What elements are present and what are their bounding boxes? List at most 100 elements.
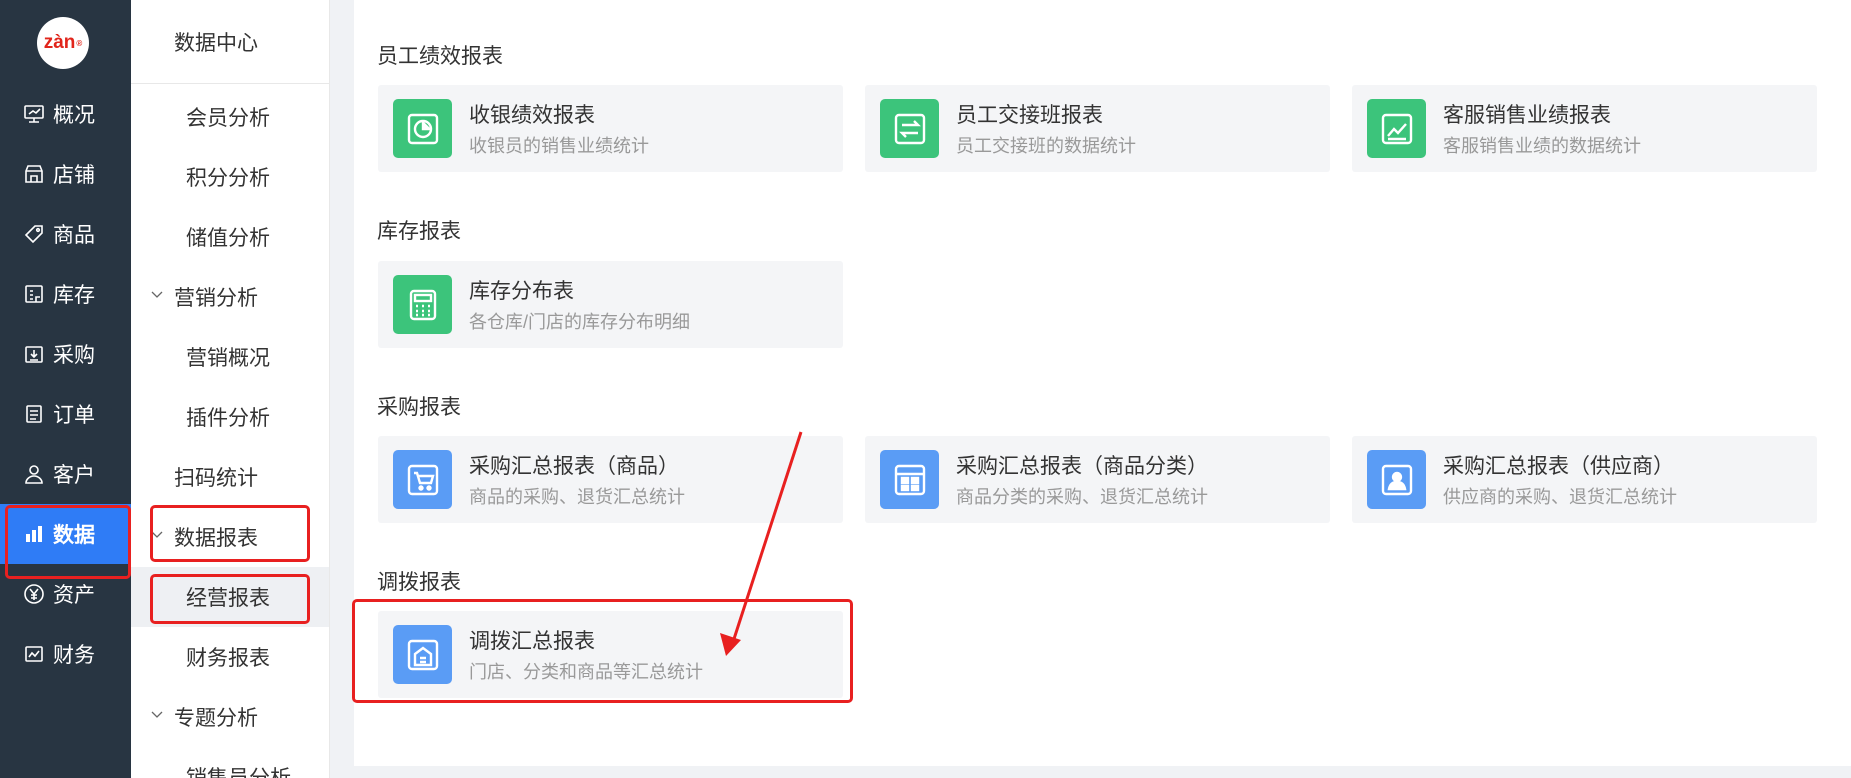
- submenu-item-scan-stats[interactable]: 扫码统计: [131, 447, 329, 507]
- nav-item-data[interactable]: 数据: [0, 504, 131, 564]
- report-content: 员工绩效报表 收银绩效报表 收银员的销售业绩统计 员工交接班报表 员工交接班的数…: [354, 0, 1851, 766]
- report-card-cashier-performance[interactable]: 收银绩效报表 收银员的销售业绩统计: [378, 85, 843, 172]
- finance-icon: [21, 641, 47, 667]
- primary-sidebar: zàn ® 概况 店铺 商品 库存 采购 订单 客户 数据 资产 财务: [0, 0, 131, 778]
- report-card-desc: 商品的采购、退货汇总统计: [469, 487, 685, 507]
- logo-text: zàn: [43, 32, 76, 53]
- nav-label: 订单: [53, 404, 95, 427]
- trend-chart-icon: [1367, 99, 1426, 158]
- submenu-item-marketing-overview[interactable]: 营销概况: [131, 327, 329, 387]
- grid-layout-icon: [880, 450, 939, 509]
- warehouse-icon: [21, 281, 47, 307]
- submenu-item-plugin-analysis[interactable]: 插件分析: [131, 387, 329, 447]
- section-title-transfer: 调拨报表: [377, 571, 461, 594]
- purchase-icon: [21, 341, 47, 367]
- report-card-shift-handover[interactable]: 员工交接班报表 员工交接班的数据统计: [865, 85, 1330, 172]
- report-card-desc: 员工交接班的数据统计: [956, 136, 1136, 156]
- submenu-label: 积分分析: [186, 167, 270, 190]
- order-icon: [21, 401, 47, 427]
- nav-label: 数据: [53, 524, 95, 547]
- nav-item-inventory[interactable]: 库存: [0, 264, 131, 324]
- chevron-down-icon: [151, 291, 163, 298]
- nav-label: 客户: [53, 464, 95, 487]
- submenu-label: 插件分析: [186, 407, 270, 430]
- nav-label: 资产: [53, 584, 95, 607]
- report-card-inventory-distribution[interactable]: 库存分布表 各仓库/门店的库存分布明细: [378, 261, 843, 348]
- submenu-label: 储值分析: [186, 227, 270, 250]
- report-card-desc: 门店、分类和商品等汇总统计: [469, 662, 703, 682]
- report-card-purchase-by-category[interactable]: 采购汇总报表（商品分类） 商品分类的采购、退货汇总统计: [865, 436, 1330, 523]
- yen-icon: [21, 581, 47, 607]
- submenu-label: 销售员分析: [186, 762, 291, 778]
- report-card-desc: 收银员的销售业绩统计: [469, 136, 649, 156]
- nav-item-store[interactable]: 店铺: [0, 144, 131, 204]
- nav-label: 采购: [53, 344, 95, 367]
- nav-item-orders[interactable]: 订单: [0, 384, 131, 444]
- submenu-group-data-reports[interactable]: 数据报表: [131, 507, 329, 567]
- submenu-item-operating-reports[interactable]: 经营报表: [131, 567, 329, 627]
- report-card-desc: 客服销售业绩的数据统计: [1443, 136, 1641, 156]
- transfer-house-icon: [393, 625, 452, 684]
- store-icon: [21, 161, 47, 187]
- report-card-transfer-summary[interactable]: 调拨汇总报表 门店、分类和商品等汇总统计: [378, 611, 843, 698]
- report-card-name: 采购汇总报表（供应商）: [1443, 455, 1674, 478]
- pie-chart-icon: [393, 99, 452, 158]
- submenu-label: 财务报表: [186, 647, 270, 670]
- nav-item-assets[interactable]: 资产: [0, 564, 131, 624]
- secondary-sidebar: 数据中心 会员分析 积分分析 储值分析 营销分析 营销概况 插件分析 扫码统计 …: [131, 0, 330, 778]
- submenu-label: 专题分析: [174, 707, 258, 730]
- report-card-name: 采购汇总报表（商品）: [469, 455, 679, 478]
- submenu-item-member-analysis[interactable]: 会员分析: [131, 87, 329, 147]
- submenu-label: 会员分析: [186, 107, 270, 130]
- brand-logo[interactable]: zàn ®: [37, 17, 89, 69]
- app-root: zàn ® 概况 店铺 商品 库存 采购 订单 客户 数据 资产 财务 数据中心…: [0, 0, 1851, 778]
- nav-label: 店铺: [53, 164, 95, 187]
- submenu-item-finance-reports[interactable]: 财务报表: [131, 627, 329, 687]
- submenu-item-stored-value-analysis[interactable]: 储值分析: [131, 207, 329, 267]
- report-card-cs-sales[interactable]: 客服销售业绩报表 客服销售业绩的数据统计: [1352, 85, 1817, 172]
- report-card-name: 员工交接班报表: [956, 104, 1103, 127]
- submenu-label: 营销概况: [186, 347, 270, 370]
- overview-icon: [21, 101, 47, 127]
- report-card-purchase-by-supplier[interactable]: 采购汇总报表（供应商） 供应商的采购、退货汇总统计: [1352, 436, 1817, 523]
- cart-icon: [393, 450, 452, 509]
- nav-item-goods[interactable]: 商品: [0, 204, 131, 264]
- nav-item-purchase[interactable]: 采购: [0, 324, 131, 384]
- nav-label: 财务: [53, 644, 95, 667]
- section-title-purchase: 采购报表: [377, 396, 461, 419]
- nav-item-overview[interactable]: 概况: [0, 84, 131, 144]
- submenu-label: 数据报表: [174, 527, 258, 550]
- nav-item-customers[interactable]: 客户: [0, 444, 131, 504]
- chevron-down-icon: [151, 711, 163, 718]
- submenu-title: 数据中心: [131, 0, 329, 84]
- submenu-label: 经营报表: [186, 587, 270, 610]
- report-card-desc: 商品分类的采购、退货汇总统计: [956, 487, 1208, 507]
- report-card-name: 客服销售业绩报表: [1443, 104, 1611, 127]
- nav-label: 商品: [53, 224, 95, 247]
- supplier-icon: [1367, 450, 1426, 509]
- submenu-group-topic-analysis[interactable]: 专题分析: [131, 687, 329, 747]
- chevron-down-icon: [151, 531, 163, 538]
- report-card-name: 采购汇总报表（商品分类）: [956, 455, 1208, 478]
- nav-label: 概况: [53, 104, 95, 127]
- customer-icon: [21, 461, 47, 487]
- report-card-name: 库存分布表: [469, 280, 574, 303]
- submenu-label: 营销分析: [174, 287, 258, 310]
- nav-label: 库存: [53, 284, 95, 307]
- section-title-staff-performance: 员工绩效报表: [377, 45, 503, 68]
- report-card-name: 收银绩效报表: [469, 104, 595, 127]
- tag-icon: [21, 221, 47, 247]
- submenu-item-points-analysis[interactable]: 积分分析: [131, 147, 329, 207]
- submenu-item-salesperson-analysis[interactable]: 销售员分析: [131, 747, 329, 778]
- nav-item-finance[interactable]: 财务: [0, 624, 131, 684]
- report-card-name: 调拨汇总报表: [469, 630, 595, 653]
- report-card-purchase-by-goods[interactable]: 采购汇总报表（商品） 商品的采购、退货汇总统计: [378, 436, 843, 523]
- calculator-icon: [393, 275, 452, 334]
- report-card-desc: 各仓库/门店的库存分布明细: [469, 312, 690, 332]
- submenu-label: 扫码统计: [174, 467, 258, 490]
- exchange-icon: [880, 99, 939, 158]
- section-title-inventory: 库存报表: [377, 220, 461, 243]
- report-card-desc: 供应商的采购、退货汇总统计: [1443, 487, 1677, 507]
- logo-registered-mark: ®: [76, 38, 83, 48]
- submenu-group-marketing-analysis[interactable]: 营销分析: [131, 267, 329, 327]
